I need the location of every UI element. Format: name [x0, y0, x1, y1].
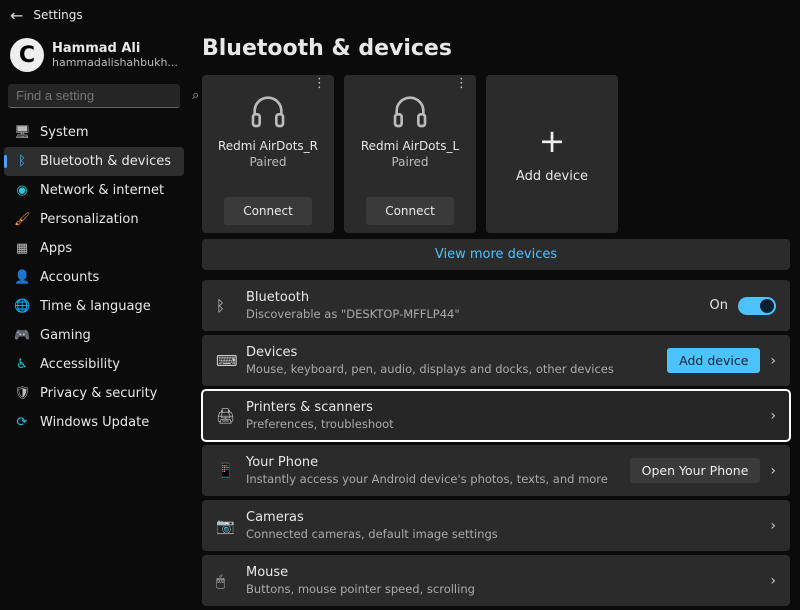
phone-icon: 📱 [216, 462, 234, 480]
headphones-icon [388, 91, 432, 131]
more-icon[interactable]: ⋮ [313, 81, 326, 87]
nav-label: Gaming [40, 328, 91, 343]
headphones-icon [246, 91, 290, 131]
profile-email: hammadalishahbukh... [52, 56, 178, 69]
profile-block[interactable]: C Hammad Ali hammadalishahbukh... [4, 34, 184, 84]
sidebar: C Hammad Ali hammadalishahbukh... ⌕ 🖥 Sys… [0, 30, 188, 610]
row-printers-scanners[interactable]: 🖨 Printers & scanners Preferences, troub… [202, 390, 790, 441]
nav-icon: 🖥 [14, 125, 30, 140]
toggle-state-label: On [710, 298, 728, 313]
row-cameras[interactable]: 📷 Cameras Connected cameras, default ima… [202, 500, 790, 551]
plus-icon: + [539, 125, 566, 157]
chevron-right-icon: › [770, 353, 776, 369]
device-tiles: ⋮ Redmi AirDots_R Paired Connect ⋮ Redmi… [202, 75, 790, 233]
row-title: Bluetooth [246, 290, 698, 305]
page-title: Bluetooth & devices [202, 36, 790, 61]
sidebar-item-accessibility[interactable]: ♿ Accessibility [4, 350, 184, 379]
sidebar-item-gaming[interactable]: 🎮 Gaming [4, 321, 184, 350]
content: Bluetooth & devices ⋮ Redmi AirDots_R Pa… [188, 30, 800, 610]
more-icon[interactable]: ⋮ [455, 81, 468, 87]
nav-label: Personalization [40, 212, 139, 227]
mouse-icon: 🖱 [216, 572, 234, 590]
bluetooth-toggle[interactable] [738, 297, 776, 315]
profile-name: Hammad Ali [52, 41, 178, 56]
row-title: Printers & scanners [246, 400, 758, 415]
nav-label: Privacy & security [40, 386, 157, 401]
row-title: Cameras [246, 510, 758, 525]
camera-icon: 📷 [216, 517, 234, 535]
nav-label: Apps [40, 241, 72, 256]
row-bluetooth[interactable]: ᛒ Bluetooth Discoverable as "DESKTOP-MFF… [202, 280, 790, 331]
add-device-tile[interactable]: + Add device [486, 75, 618, 233]
sidebar-item-accounts[interactable]: 👤 Accounts [4, 263, 184, 292]
add-device-button[interactable]: Add device [667, 348, 760, 373]
nav-icon: 👤 [14, 270, 30, 285]
device-name: Redmi AirDots_R [218, 139, 318, 153]
view-more-devices-link[interactable]: View more devices [202, 239, 790, 270]
nav-icon: 🖌 [14, 212, 30, 227]
device-status: Paired [391, 155, 428, 169]
chevron-right-icon: › [770, 518, 776, 534]
devices-icon: ⌨ [216, 352, 234, 370]
device-name: Redmi AirDots_L [361, 139, 459, 153]
sidebar-item-personalization[interactable]: 🖌 Personalization [4, 205, 184, 234]
nav-label: System [40, 125, 88, 140]
bluetooth-icon: ᛒ [216, 297, 234, 315]
printer-icon: 🖨 [216, 407, 234, 425]
sidebar-item-apps[interactable]: ▦ Apps [4, 234, 184, 263]
row-title: Devices [246, 345, 655, 360]
row-subtitle: Discoverable as "DESKTOP-MFFLP44" [246, 307, 698, 321]
row-mouse[interactable]: 🖱 Mouse Buttons, mouse pointer speed, sc… [202, 555, 790, 606]
device-tile-l[interactable]: ⋮ Redmi AirDots_L Paired Connect [344, 75, 476, 233]
sidebar-item-network-internet[interactable]: ◉ Network & internet [4, 176, 184, 205]
sidebar-item-system[interactable]: 🖥 System [4, 118, 184, 147]
search-input[interactable] [16, 88, 192, 103]
nav-list: 🖥 System ᛒ Bluetooth & devices ◉ Network & in… [4, 118, 184, 437]
connect-button[interactable]: Connect [366, 197, 454, 225]
nav-icon: 🛡 [14, 386, 30, 401]
back-icon[interactable]: ← [10, 6, 23, 25]
sidebar-item-privacy-security[interactable]: 🛡 Privacy & security [4, 379, 184, 408]
row-subtitle: Instantly access your Android device's p… [246, 472, 618, 486]
row-subtitle: Preferences, troubleshoot [246, 417, 758, 431]
nav-label: Network & internet [40, 183, 164, 198]
nav-label: Bluetooth & devices [40, 154, 171, 169]
sidebar-item-windows-update[interactable]: ⟳ Windows Update [4, 408, 184, 437]
nav-icon: 🌐 [14, 299, 30, 314]
nav-icon: ▦ [14, 241, 30, 256]
row-subtitle: Mouse, keyboard, pen, audio, displays an… [246, 362, 655, 376]
open-your-phone-button[interactable]: Open Your Phone [630, 458, 761, 483]
nav-label: Accounts [40, 270, 99, 285]
add-device-label: Add device [516, 169, 588, 184]
device-status: Paired [249, 155, 286, 169]
search-input-wrapper[interactable]: ⌕ [8, 84, 180, 108]
chevron-right-icon: › [770, 408, 776, 424]
nav-icon: 🎮 [14, 328, 30, 343]
sidebar-item-time-language[interactable]: 🌐 Time & language [4, 292, 184, 321]
nav-label: Time & language [40, 299, 151, 314]
row-title: Your Phone [246, 455, 618, 470]
nav-icon: ᛒ [14, 154, 30, 169]
row-your-phone[interactable]: 📱 Your Phone Instantly access your Andro… [202, 445, 790, 496]
chevron-right-icon: › [770, 573, 776, 589]
row-title: Mouse [246, 565, 758, 580]
nav-label: Windows Update [40, 415, 149, 430]
device-tile-r[interactable]: ⋮ Redmi AirDots_R Paired Connect [202, 75, 334, 233]
window-title: Settings [33, 8, 82, 22]
row-subtitle: Connected cameras, default image setting… [246, 527, 758, 541]
row-subtitle: Buttons, mouse pointer speed, scrolling [246, 582, 758, 596]
nav-icon: ◉ [14, 183, 30, 198]
connect-button[interactable]: Connect [224, 197, 312, 225]
nav-icon: ♿ [14, 357, 30, 372]
avatar: C [10, 38, 44, 72]
nav-label: Accessibility [40, 357, 120, 372]
nav-icon: ⟳ [14, 415, 30, 430]
row-devices[interactable]: ⌨ Devices Mouse, keyboard, pen, audio, d… [202, 335, 790, 386]
chevron-right-icon: › [770, 463, 776, 479]
sidebar-item-bluetooth-devices[interactable]: ᛒ Bluetooth & devices [4, 147, 184, 176]
